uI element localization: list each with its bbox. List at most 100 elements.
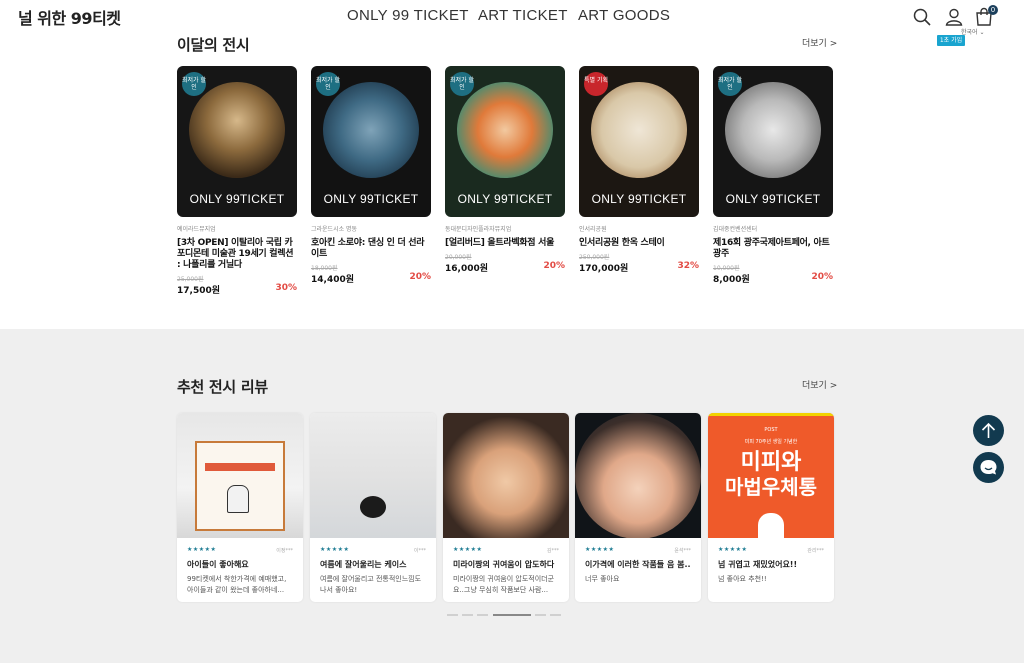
carousel-dot[interactable] xyxy=(477,614,488,616)
review-title: 넘 귀엽고 재밌었어요!! xyxy=(718,560,798,569)
carousel-dot-active[interactable] xyxy=(493,614,531,616)
discount-rate: 20% xyxy=(811,272,833,282)
exhibition-card[interactable]: 특별 기획 ONLY 99TICKET 인서리공원 인서리공원 한옥 스테이 2… xyxy=(579,66,699,274)
review-card[interactable]: ★★★★★ 윤석*** 이가격에 이러한 작품들 음 봄... 너무 좋아요 xyxy=(575,413,701,602)
card-logo-text: ONLY 99TICKET xyxy=(189,192,285,206)
exhibition-title[interactable]: 호아킨 소로야: 댄싱 인 더 선라이트 xyxy=(311,238,431,260)
review-image xyxy=(575,413,701,538)
exhibition-artwork xyxy=(323,82,419,178)
sale-price: 16,000원 xyxy=(445,264,489,274)
cart-count-badge: 0 xyxy=(988,5,998,15)
review-text: 여름에 잘어울리고 전통적인느낌도 나서 좋아요! xyxy=(320,575,422,594)
card-logo-text: ONLY 99TICKET xyxy=(591,192,687,206)
site-header: 널 위한 99티켓 ONLY 99 TICKET ART TICKET ART … xyxy=(0,0,1024,32)
discount-rate: 20% xyxy=(409,272,431,282)
exhibition-title[interactable]: 인서리공원 한옥 스테이 xyxy=(579,238,699,249)
discount-rate: 20% xyxy=(543,261,565,271)
venue-name: 예이라드뮤지엄 xyxy=(177,226,216,233)
venue-name: 김대중컨벤션센터 xyxy=(713,226,758,233)
discount-badge: 최저가 할인 xyxy=(182,72,206,96)
original-price: 25,000원 xyxy=(177,276,204,283)
venue-name: 동대문디자인플라자뮤지엄 xyxy=(445,226,512,233)
sale-price: 170,000원 xyxy=(579,264,629,274)
poster-title-line2: 마법우체통 xyxy=(725,475,817,499)
discount-badge: 최저가 할인 xyxy=(316,72,340,96)
review-title: 여름에 잘어울리는 케이스 xyxy=(320,560,407,569)
discount-badge: 최저가 할인 xyxy=(718,72,742,96)
exhibition-image[interactable]: 최저가 할인 ONLY 99TICKET xyxy=(713,66,833,217)
review-image xyxy=(443,413,569,538)
card-logo-text: ONLY 99TICKET xyxy=(457,192,553,206)
discount-rate: 30% xyxy=(275,283,297,293)
rating-stars: ★★★★★ xyxy=(453,546,483,553)
sale-price: 14,400원 xyxy=(311,275,355,285)
review-text: 넘 좋아요 추천!! xyxy=(718,575,767,583)
exhibition-title[interactable]: [얼리버드] 올트라벡화점 서울 xyxy=(445,238,565,249)
review-card[interactable]: ★★★★★ 이*** 여름에 잘어울리는 케이스 여름에 잘어울리고 전통적인느… xyxy=(310,413,436,602)
nav-art-ticket[interactable]: ART TICKET xyxy=(478,7,568,24)
scroll-top-button[interactable] xyxy=(973,415,1004,446)
exhibition-image[interactable]: 최저가 할인 ONLY 99TICKET xyxy=(311,66,431,217)
review-text: 너무 좋아요 xyxy=(585,575,620,583)
carousel-dot[interactable] xyxy=(535,614,546,616)
exhibition-title[interactable]: [3차 OPEN] 이탈리아 국립 카포디몬테 미술관 19세기 컬렉션 : 나… xyxy=(177,238,297,271)
review-card[interactable]: ★★★★★ 이정*** 아이들이 좋아해요 99티켓에서 착한가격에 예매했고,… xyxy=(177,413,303,602)
chat-icon xyxy=(980,460,997,475)
review-card[interactable]: POST 미피 70주년 생일 기념한 미피와 마법우체통 ★★★★★ 관리**… xyxy=(708,413,834,602)
review-more-link[interactable]: 더보기 > xyxy=(802,378,837,391)
venue-name: 인서리공원 xyxy=(579,226,607,233)
carousel-dot[interactable] xyxy=(447,614,458,616)
review-image xyxy=(310,413,436,538)
venue-name: 그라운드시소 명동 xyxy=(311,226,358,233)
monthly-more-link[interactable]: 더보기 > xyxy=(802,36,837,49)
exhibition-image[interactable]: 특별 기획 ONLY 99TICKET xyxy=(579,66,699,217)
review-title: 미라이짱의 귀여움이 압도하다 xyxy=(453,560,555,569)
exhibition-artwork xyxy=(591,82,687,178)
reviewer-name: 관리*** xyxy=(807,548,824,554)
reviewer-name: 윤석*** xyxy=(674,548,691,554)
review-image xyxy=(177,413,303,538)
original-price: 18,000원 xyxy=(311,265,338,272)
sale-price: 8,000원 xyxy=(713,275,750,285)
user-icon[interactable] xyxy=(944,7,964,27)
nav-only99ticket[interactable]: ONLY 99 TICKET xyxy=(347,7,469,24)
poster-title-line1: 미피와 xyxy=(740,450,802,475)
poster-tag: POST xyxy=(764,427,778,433)
exhibition-card[interactable]: 최저가 할인 ONLY 99TICKET 예이라드뮤지엄 [3차 OPEN] 이… xyxy=(177,66,297,296)
discount-rate: 32% xyxy=(677,261,699,271)
site-logo[interactable]: 널 위한 99티켓 xyxy=(18,5,121,29)
review-text: 미라이짱의 귀여움이 압도적이더군요..그냥 무심히 작품보단 사람... xyxy=(453,575,555,594)
review-text: 99티켓에서 착한가격에 예매했고, 아이들과 같이 왔는데 좋아하네... xyxy=(187,575,287,594)
nav-art-goods[interactable]: ART GOODS xyxy=(578,7,670,24)
reviewer-name: 이*** xyxy=(413,548,426,554)
miffy-illustration xyxy=(758,513,784,538)
card-logo-text: ONLY 99TICKET xyxy=(725,192,821,206)
monthly-section-title: 이달의 전시 xyxy=(177,36,250,54)
search-icon[interactable] xyxy=(912,7,932,27)
carousel-dot[interactable] xyxy=(550,614,561,616)
exhibition-image[interactable]: 최저가 할인 ONLY 99TICKET xyxy=(445,66,565,217)
exhibition-card[interactable]: 최저가 할인 ONLY 99TICKET 그라운드시소 명동 호아킨 소로야: … xyxy=(311,66,431,285)
review-card[interactable]: ★★★★★ 김*** 미라이짱의 귀여움이 압도하다 미라이짱의 귀여움이 압도… xyxy=(443,413,569,602)
sale-price: 17,500원 xyxy=(177,286,221,296)
original-price: 250,000원 xyxy=(579,254,610,261)
exhibition-artwork xyxy=(189,82,285,178)
card-logo-text: ONLY 99TICKET xyxy=(323,192,419,206)
reviewer-name: 이정*** xyxy=(276,548,293,554)
exhibition-image[interactable]: 최저가 할인 ONLY 99TICKET xyxy=(177,66,297,217)
carousel-dot[interactable] xyxy=(462,614,473,616)
discount-badge: 최저가 할인 xyxy=(450,72,474,96)
reviewer-name: 김*** xyxy=(546,548,559,554)
signup-badge[interactable]: 1초 가입 xyxy=(937,35,965,46)
exhibition-card[interactable]: 최저가 할인 ONLY 99TICKET 동대문디자인플라자뮤지엄 [얼리버드]… xyxy=(445,66,565,274)
exhibition-artwork xyxy=(457,82,553,178)
arrow-up-icon xyxy=(981,422,996,438)
review-title: 아이들이 좋아해요 xyxy=(187,560,249,569)
special-badge: 특별 기획 xyxy=(584,72,608,96)
chat-button[interactable] xyxy=(973,452,1004,483)
review-title: 이가격에 이러한 작품들 음 봄... xyxy=(585,560,691,569)
exhibition-artwork xyxy=(725,82,821,178)
exhibition-card[interactable]: 최저가 할인 ONLY 99TICKET 김대중컨벤션센터 제16회 광주국제아… xyxy=(713,66,833,285)
rating-stars: ★★★★★ xyxy=(320,546,350,553)
exhibition-title[interactable]: 제16회 광주국제아트페어, 아트광주 xyxy=(713,238,833,260)
